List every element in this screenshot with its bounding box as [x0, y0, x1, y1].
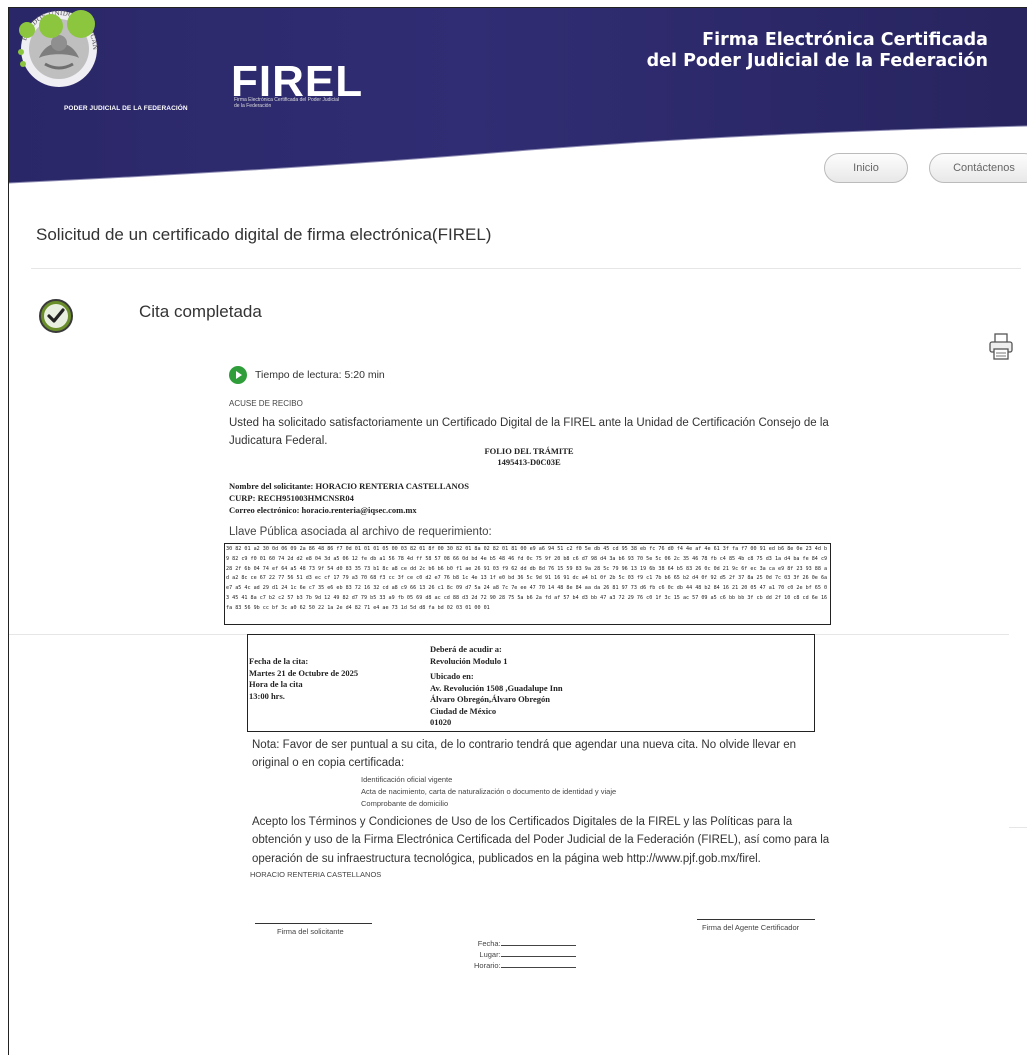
- appointment-date-label: Fecha de la cita:: [249, 656, 309, 666]
- signature-meta-fields: Fecha: Lugar: Horario:: [474, 938, 576, 971]
- divider: [31, 268, 1021, 269]
- public-key-label: Llave Pública asociada al archivo de req…: [229, 526, 492, 538]
- appointment-datetime: Fecha de la cita: Martes 21 de Octubre d…: [249, 656, 358, 702]
- page-frame: ESTADOS UNIDOS MEXICANOS PODER JUDICIAL …: [8, 7, 1027, 1055]
- contact-button[interactable]: Contáctenos: [929, 153, 1027, 183]
- folio-value: 1495413-D0C03E: [497, 457, 561, 467]
- applicant-curp: CURP: RECH951003HMCNSR04: [229, 493, 354, 503]
- firel-logo-circles-icon: [18, 10, 95, 67]
- appointment-time-label: Hora de la cita: [249, 679, 303, 689]
- date-field-label: Fecha:: [477, 939, 501, 948]
- folio-label: FOLIO DEL TRÁMITE: [484, 446, 574, 456]
- divider: [1009, 827, 1027, 828]
- signer-name: HORACIO RENTERIA CASTELLANOS: [250, 870, 382, 879]
- play-icon[interactable]: [229, 366, 247, 384]
- page-title: Solicitud de un certificado digital de f…: [36, 225, 492, 244]
- agent-signature-label: Firma del Agente Certificador: [702, 923, 800, 932]
- firel-logo-subtitle: Firma Electrónica Certificada del Poder …: [234, 97, 340, 109]
- banner-title-line2: del Poder Judicial de la Federación: [646, 51, 988, 71]
- place-field: Lugar:: [474, 949, 576, 960]
- list-item: Identificación oficial vigente: [361, 775, 453, 784]
- list-item: Acta de nacimiento, carta de naturalizac…: [361, 787, 617, 796]
- status-text: Cita completada: [139, 302, 262, 321]
- requirements-note: Nota: Favor de ser puntual a su cita, de…: [252, 739, 797, 769]
- reading-time: Tiempo de lectura: 5:20 min: [229, 366, 385, 384]
- applicant-email: Correo electrónico: horacio.renteria@iqs…: [229, 505, 417, 515]
- reading-time-text: Tiempo de lectura: 5:20 min: [255, 369, 385, 381]
- go-to-label: Deberá de acudir a:: [430, 644, 502, 654]
- applicant-signature-label: Firma del solicitante: [277, 927, 344, 936]
- appointment-box: Fecha de la cita: Martes 21 de Octubre d…: [247, 634, 815, 732]
- address-line1: Av. Revolución 1508 ,Guadalupe Inn: [430, 682, 563, 693]
- banner-title: Firma Electrónica Certificada del Poder …: [647, 30, 988, 72]
- applicant-info: Nombre del solicitante: HORACIO RENTERIA…: [229, 480, 469, 516]
- appointment-time: 13:00 hrs.: [249, 690, 285, 701]
- address-line2: Álvaro Obregón,Álvaro Obregón: [430, 694, 551, 704]
- place-field-label: Lugar:: [479, 950, 501, 959]
- home-button[interactable]: Inicio: [824, 153, 908, 183]
- list-item: Comprobante de domicilio: [361, 799, 449, 808]
- banner-title-line1: Firma Electrónica Certificada: [702, 30, 988, 50]
- requirements-list: Identificación oficial vigente Acta de n…: [361, 774, 616, 810]
- folio-block: FOLIO DEL TRÁMITE 1495413-D0C03E: [229, 446, 829, 468]
- appointment-location: Deberá de acudir a: Revolución Modulo 1 …: [430, 644, 563, 729]
- applicant-signature-line: [255, 923, 372, 924]
- appointment-date: Martes 21 de Octubre de 2025: [249, 667, 359, 678]
- agent-signature-line: [697, 919, 815, 920]
- location-label: Ubicado en:: [430, 671, 474, 681]
- institution-label: PODER JUDICIAL DE LA FEDERACIÓN: [64, 105, 188, 112]
- schedule-field: Horario:: [474, 960, 576, 971]
- date-field: Fecha:: [474, 938, 576, 949]
- receipt-heading: ACUSE DE RECIBO: [229, 399, 303, 408]
- module-name: Revolución Modulo 1: [430, 655, 508, 666]
- postal-code: 01020: [430, 717, 452, 727]
- printer-icon[interactable]: [988, 332, 1014, 362]
- schedule-field-label: Horario:: [474, 961, 501, 970]
- public-key-box: 30 82 01 a2 30 0d 06 09 2a 86 48 86 f7 0…: [224, 543, 831, 625]
- applicant-name: Nombre del solicitante: HORACIO RENTERIA…: [229, 481, 469, 491]
- check-circle-icon: [39, 299, 73, 333]
- address-line3: Ciudad de México: [430, 705, 497, 716]
- receipt-intro: Usted ha solicitado satisfactoriamente u…: [229, 417, 829, 447]
- terms-text: Acepto los Términos y Condiciones de Uso…: [252, 816, 830, 865]
